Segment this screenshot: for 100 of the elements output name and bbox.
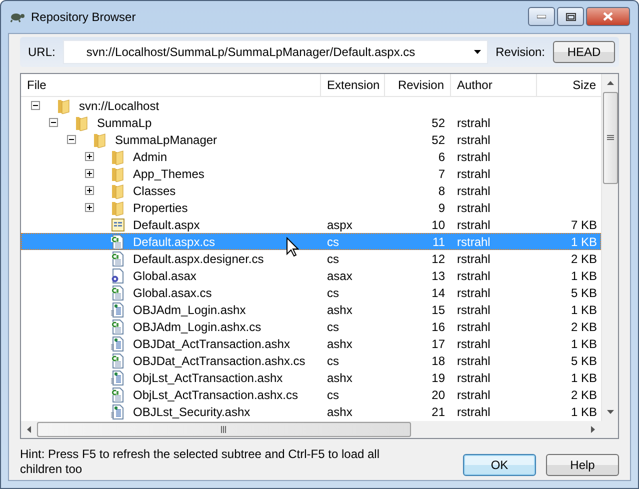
- author-text: rstrahl: [457, 150, 490, 164]
- collapse-icon[interactable]: [49, 118, 58, 127]
- revision-button[interactable]: HEAD: [553, 41, 615, 63]
- file-name: Default.aspx.designer.cs: [133, 252, 264, 266]
- grip-icon: [221, 426, 227, 433]
- size-text: 5 KB: [570, 354, 597, 368]
- file-name: SummaLp: [97, 116, 152, 130]
- url-combobox[interactable]: svn://Localhost/SummaLp/SummaLpManager/Default.aspx.cs: [63, 40, 488, 64]
- csharp-file-icon: [110, 284, 126, 300]
- csharp-file-icon: [110, 250, 126, 266]
- hint-text: Hint: Press F5 to refresh the selected subtree and Ctrl-F5 to load all children too: [20, 447, 381, 477]
- handler-file-icon: [110, 370, 126, 386]
- size-text: 1 KB: [570, 370, 597, 384]
- file-name: Default.aspx.cs: [133, 234, 216, 248]
- scroll-right-icon: [591, 426, 595, 433]
- column-header[interactable]: Revision: [385, 74, 451, 96]
- column-header[interactable]: Extension: [321, 74, 385, 96]
- revision-text: 10: [432, 218, 445, 232]
- author-text: rstrahl: [457, 252, 490, 266]
- extension-text: cs: [327, 252, 339, 266]
- handler-file-icon: [110, 302, 126, 318]
- table-row[interactable]: Default.aspx.designer.cs cs 12 rstrahl 2 KB: [21, 250, 601, 267]
- scroll-up-icon: [606, 81, 614, 85]
- author-text: rstrahl: [457, 200, 490, 214]
- table-row[interactable]: OBJDat_ActTransaction.ashx.cs cs 18 rstrahl 5 KB: [21, 352, 601, 369]
- file-name: OBJAdm_Login.ashx.cs: [133, 320, 262, 334]
- revision-text: 18: [432, 354, 445, 368]
- handler-file-icon: [110, 404, 126, 420]
- collapse-icon[interactable]: [31, 101, 40, 110]
- revision-text: 8: [438, 184, 445, 198]
- extension-text: cs: [327, 388, 339, 402]
- author-text: rstrahl: [457, 166, 490, 180]
- table-row[interactable]: Properties 9 rstrahl: [21, 199, 601, 216]
- maximize-button[interactable]: [557, 7, 584, 26]
- scrollbar-thumb[interactable]: [602, 92, 618, 184]
- extension-text: cs: [327, 354, 339, 368]
- folder-icon: [110, 148, 126, 164]
- gear-file-icon: [110, 268, 126, 284]
- table-row[interactable]: Classes 8 rstrahl: [21, 182, 601, 199]
- table-row[interactable]: App_Themes 7 rstrahl: [21, 165, 601, 182]
- close-button[interactable]: [586, 7, 630, 26]
- expand-icon[interactable]: [85, 169, 94, 178]
- file-name: Admin: [133, 150, 168, 164]
- scroll-left-icon: [27, 426, 31, 433]
- revision-text: 52: [432, 116, 445, 130]
- table-row[interactable]: Global.asax asax 13 rstrahl 1 KB: [21, 267, 601, 284]
- dialog-button[interactable]: Help: [546, 454, 619, 476]
- size-text: 2 KB: [570, 252, 597, 266]
- expand-icon[interactable]: [85, 186, 94, 195]
- column-header[interactable]: Author: [451, 74, 537, 96]
- table-row[interactable]: svn://Localhost: [21, 97, 601, 114]
- file-name: ObjLst_ActTransaction.ashx: [133, 370, 283, 384]
- extension-text: ashx: [327, 302, 352, 316]
- minimize-button[interactable]: [528, 7, 555, 26]
- author-text: rstrahl: [457, 370, 490, 384]
- file-name: ObjLst_ActTransaction.ashx.cs: [133, 388, 298, 402]
- table-row[interactable]: SummaLp 52 rstrahl: [21, 114, 601, 131]
- revision-text: 21: [432, 404, 445, 418]
- revision-text: 14: [432, 286, 445, 300]
- revision-text: 19: [432, 370, 445, 384]
- table-row[interactable]: OBJDat_ActTransaction.ashx ashx 17 rstrahl 1 KB: [21, 335, 601, 352]
- table-row[interactable]: Global.asax.cs cs 14 rstrahl 5 KB: [21, 284, 601, 301]
- revision-text: 6: [438, 150, 445, 164]
- mouse-pointer-icon: [286, 237, 299, 257]
- horizontal-scrollbar[interactable]: [21, 421, 601, 438]
- scrollbar-thumb[interactable]: [37, 422, 411, 437]
- expand-icon[interactable]: [85, 203, 94, 212]
- table-row[interactable]: OBJLst_Security.ashx ashx 21 rstrahl 1 KB: [21, 403, 601, 420]
- file-name: Global.asax.cs: [133, 286, 212, 300]
- vertical-scrollbar[interactable]: [601, 74, 618, 421]
- file-name: Properties: [133, 200, 188, 214]
- table-row[interactable]: Default.aspx aspx 10 rstrahl 7 KB: [21, 216, 601, 233]
- size-text: 1 KB: [570, 268, 597, 282]
- table-row[interactable]: OBJAdm_Login.ashx.cs cs 16 rstrahl 2 KB: [21, 318, 601, 335]
- file-name: OBJDat_ActTransaction.ashx: [133, 336, 290, 350]
- revision-text: 12: [432, 252, 445, 266]
- extension-text: cs: [327, 286, 339, 300]
- author-text: rstrahl: [457, 320, 490, 334]
- table-row[interactable]: SummaLpManager 52 rstrahl: [21, 131, 601, 148]
- table-row[interactable]: ObjLst_ActTransaction.ashx ashx 19 rstrahl 1 KB: [21, 369, 601, 386]
- author-text: rstrahl: [457, 286, 490, 300]
- author-text: rstrahl: [457, 336, 490, 350]
- revision-text: 20: [432, 388, 445, 402]
- table-row[interactable]: OBJAdm_Login.ashx ashx 15 rstrahl 1 KB: [21, 301, 601, 318]
- revision-text: 7: [438, 166, 445, 180]
- author-text: rstrahl: [457, 184, 490, 198]
- file-name: Default.aspx: [133, 218, 200, 232]
- revision-label: Revision:: [496, 45, 545, 59]
- table-row[interactable]: ObjLst_ActTransaction.ashx.cs cs 20 rstrahl 2 KB: [21, 386, 601, 403]
- expand-icon[interactable]: [85, 152, 94, 161]
- column-header[interactable]: File: [21, 74, 321, 96]
- folder-icon: [74, 114, 90, 130]
- window-title: Repository Browser: [31, 10, 137, 24]
- grip-icon: [606, 135, 614, 141]
- folder-icon: [92, 132, 108, 148]
- csharp-file-icon: [110, 386, 126, 402]
- table-row[interactable]: Admin 6 rstrahl: [21, 148, 601, 165]
- dialog-button[interactable]: OK: [463, 454, 536, 476]
- collapse-icon[interactable]: [67, 135, 76, 144]
- scroll-down-icon: [606, 410, 614, 414]
